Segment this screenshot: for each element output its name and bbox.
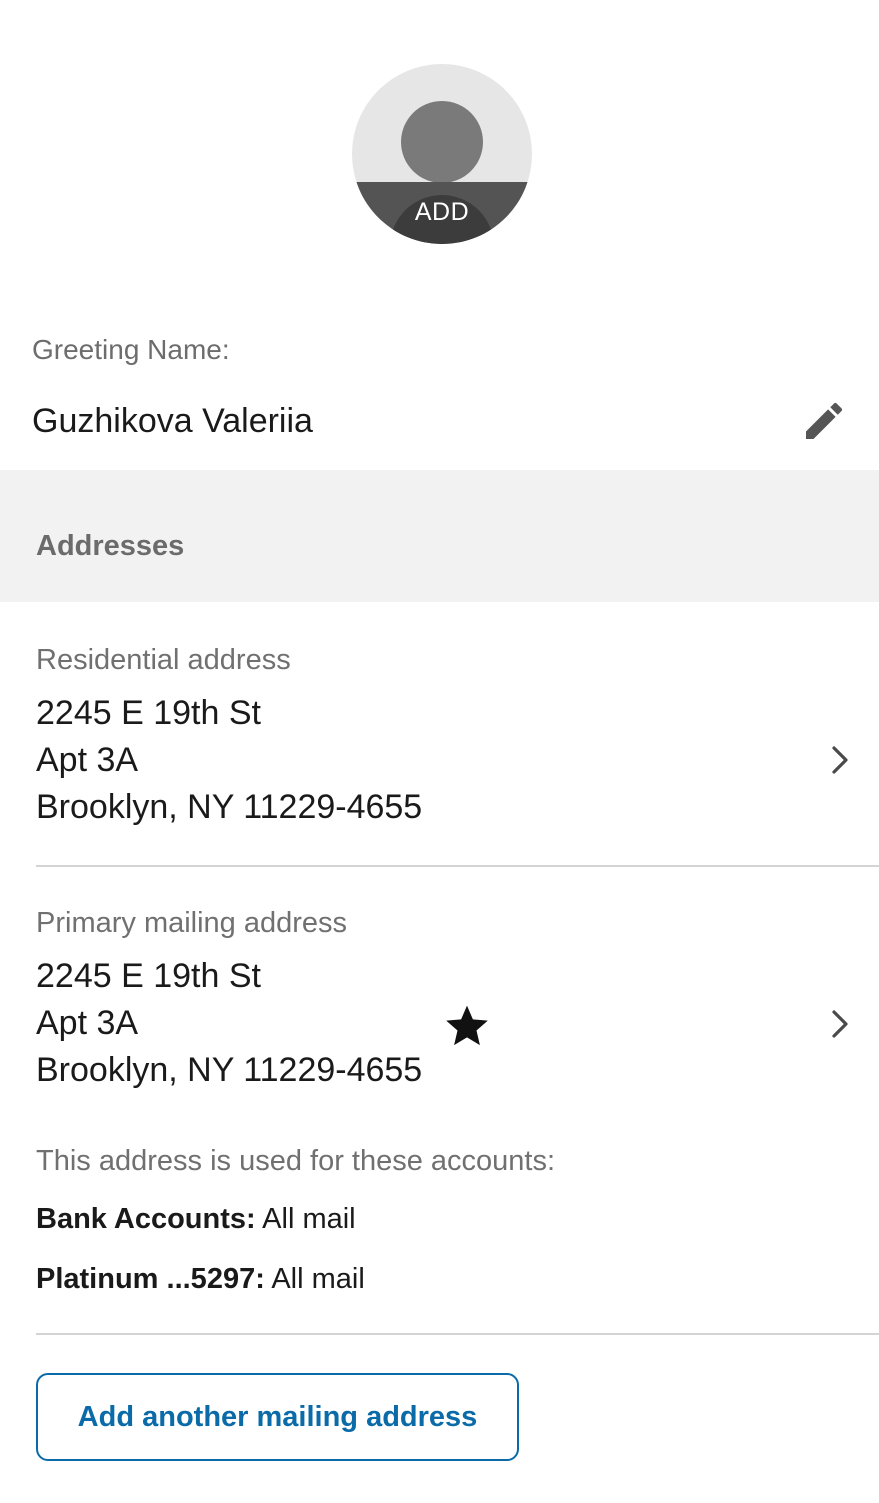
residential-address-line-1: 2245 E 19th St [36,694,261,732]
chevron-right-icon [832,746,848,774]
account-name: Bank Accounts: [36,1203,256,1235]
primary-mailing-address-line-3: Brooklyn, NY 11229-4655 [36,1051,423,1089]
primary-mailing-address-line-1: 2245 E 19th St [36,957,261,995]
account-mail-preference: All mail [271,1263,365,1295]
primary-mailing-address-line-2: Apt 3A [36,1004,139,1042]
primary-mailing-address-row[interactable]: Primary mailing address 2245 E 19th St A… [0,867,879,1101]
divider [36,1333,879,1335]
avatar-head-silhouette [401,101,483,183]
primary-mailing-address-label: Primary mailing address [36,907,348,939]
account-mail-preference: All mail [262,1203,356,1235]
pencil-icon[interactable] [800,397,848,445]
addresses-section-title: Addresses [36,530,185,562]
account-name: Platinum ...5297: [36,1263,265,1295]
residential-address-line-2: Apt 3A [36,741,139,779]
account-usage-row: Platinum ...5297: All mail [36,1263,365,1296]
account-usage-row: Bank Accounts: All mail [36,1203,356,1236]
star-icon [446,1005,488,1046]
residential-address-row[interactable]: Residential address 2245 E 19th St Apt 3… [0,602,879,866]
add-photo-avatar[interactable]: ADD [352,64,532,244]
chevron-right-icon [832,1010,848,1038]
avatar-add-label: ADD [414,198,470,226]
address-usage-intro: This address is used for these accounts: [36,1145,556,1177]
residential-address-line-3: Brooklyn, NY 11229-4655 [36,788,423,826]
residential-address-label: Residential address [36,644,291,676]
profile-page: ADD Greeting Name: Guzhikova Valeriia Ad… [0,0,879,1503]
greeting-name-label: Greeting Name: [32,334,230,365]
add-mailing-address-button[interactable]: Add another mailing address [36,1373,519,1461]
greeting-name-value: Guzhikova Valeriia [32,402,313,440]
